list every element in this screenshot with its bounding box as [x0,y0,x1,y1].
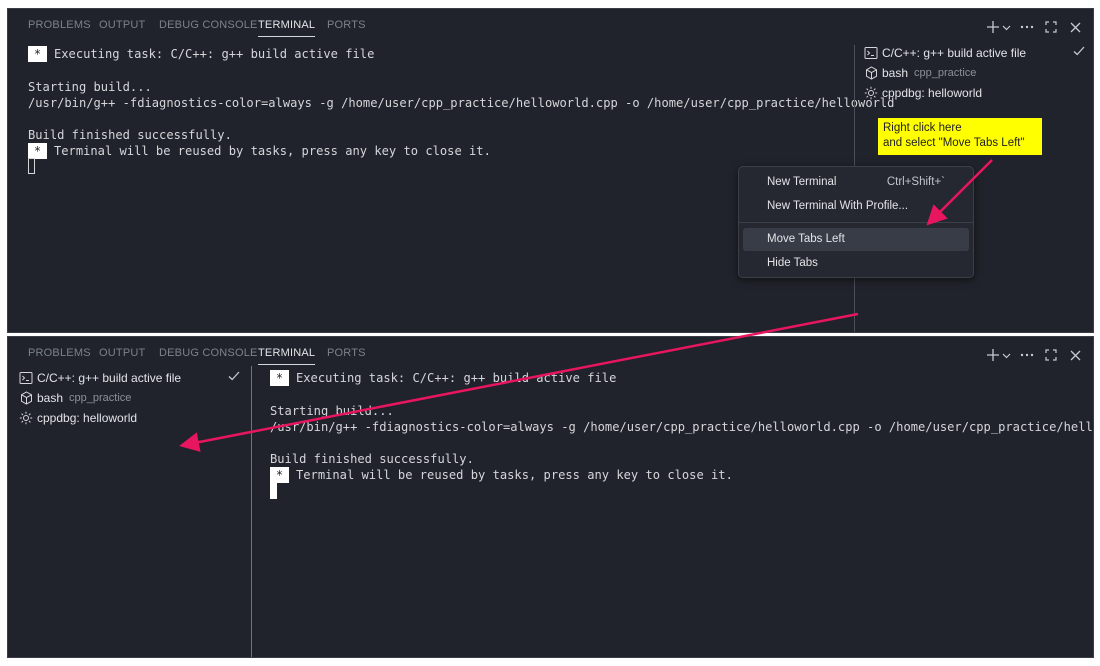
terminal-panel-after: PROBLEMS OUTPUT DEBUG CONSOLE TERMINAL P… [7,336,1094,658]
tab-terminal[interactable]: TERMINAL [258,19,316,37]
tab-ports[interactable]: PORTS [327,19,366,31]
terminal-reuse-line: Terminal will be reused by tasks, press … [54,144,491,158]
build-finished-line: Build finished successfully. [270,452,474,466]
callout-line-2: and select "Move Tabs Left" [883,137,1025,149]
tab-terminal[interactable]: TERMINAL [258,347,316,365]
terminal-tab-label: bash [882,66,909,80]
panel-actions [985,345,1083,365]
menu-item-label: New Terminal With Profile... [767,200,909,212]
terminal-icon [864,46,878,60]
terminal-icon [19,371,33,385]
close-panel-icon[interactable] [1067,345,1083,365]
debug-gear-icon [864,86,878,100]
terminal-tab-label: cppdbg: helloworld [37,411,138,425]
panel-tab-bar: PROBLEMS OUTPUT DEBUG CONSOLE TERMINAL P… [8,337,1093,373]
more-actions-icon[interactable] [1019,17,1035,37]
terminal-tab-build[interactable]: C/C++: g++ build active file [864,44,1026,62]
menu-item-new-terminal-with-profile[interactable]: New Terminal With Profile... [743,195,969,218]
terminal-cursor [28,158,35,174]
starting-build-line: Starting build... [270,404,394,418]
menu-item-shortcut: Ctrl+Shift+` [886,176,945,188]
executing-task-line: Executing task: C/C++: g++ build active … [54,47,375,61]
terminal-reuse-line: Terminal will be reused by tasks, press … [296,468,733,482]
maximize-panel-icon[interactable] [1043,17,1059,37]
instruction-callout: Right click here and select "Move Tabs L… [878,118,1042,155]
terminal-tab-bash[interactable]: bash cpp_practice [19,389,131,407]
terminal-tab-description: cpp_practice [69,392,132,404]
tab-output[interactable]: OUTPUT [99,19,145,31]
menu-item-move-tabs-left[interactable]: Move Tabs Left [743,228,969,251]
panel-tab-bar: PROBLEMS OUTPUT DEBUG CONSOLE TERMINAL P… [8,9,1093,45]
tab-ports[interactable]: PORTS [327,347,366,359]
more-actions-icon[interactable] [1019,345,1035,365]
terminal-tab-label: C/C++: g++ build active file [882,46,1027,60]
terminal-cursor [270,483,277,499]
new-terminal-plus-icon[interactable] [985,17,1001,37]
terminal-tab-build[interactable]: C/C++: g++ build active file [19,369,181,387]
menu-separator [739,222,973,223]
tab-debug-console[interactable]: DEBUG CONSOLE [159,347,258,359]
tabs-context-menu: New Terminal Ctrl+Shift+` New Terminal W… [738,166,974,278]
build-command-line: /usr/bin/g++ -fdiagnostics-color=always … [28,96,895,110]
check-icon [1072,44,1086,61]
terminal-tab-label: cppdbg: helloworld [882,86,983,100]
terminal-tab-cppdbg[interactable]: cppdbg: helloworld [864,84,982,102]
new-terminal-plus-icon[interactable] [985,345,1001,365]
task-star-marker: * [270,467,289,483]
terminal-tab-cppdbg[interactable]: cppdbg: helloworld [19,409,137,427]
menu-item-label: Move Tabs Left [767,233,845,245]
build-finished-line: Build finished successfully. [28,128,232,142]
menu-item-label: Hide Tabs [767,257,818,269]
task-star-marker: * [28,46,47,62]
build-command-line: /usr/bin/g++ -fdiagnostics-color=always … [270,420,1094,434]
menu-item-label: New Terminal [767,176,837,188]
chevron-down-icon[interactable] [1001,17,1011,37]
executing-task-line: Executing task: C/C++: g++ build active … [296,371,617,385]
tab-debug-console[interactable]: DEBUG CONSOLE [159,19,258,31]
menu-item-hide-tabs[interactable]: Hide Tabs [743,252,969,275]
task-star-marker: * [270,370,289,386]
tab-output[interactable]: OUTPUT [99,347,145,359]
menu-item-new-terminal[interactable]: New Terminal Ctrl+Shift+` [743,171,969,194]
panel-actions [985,17,1083,37]
callout-line-1: Right click here [883,122,962,134]
tab-problems[interactable]: PROBLEMS [28,347,91,359]
task-star-marker: * [28,143,47,159]
debug-gear-icon [19,411,33,425]
terminal-tab-label: bash [37,391,64,405]
terminal-tab-label: C/C++: g++ build active file [37,371,182,385]
check-icon [227,369,241,386]
terminal-tabs-divider[interactable] [251,366,252,657]
close-panel-icon[interactable] [1067,17,1083,37]
chevron-down-icon[interactable] [1001,345,1011,365]
tab-problems[interactable]: PROBLEMS [28,19,91,31]
maximize-panel-icon[interactable] [1043,345,1059,365]
shell-icon [19,391,33,405]
shell-icon [864,66,878,80]
terminal-tab-description: cpp_practice [914,67,977,79]
terminal-tab-bash[interactable]: bash cpp_practice [864,64,976,82]
starting-build-line: Starting build... [28,80,152,94]
